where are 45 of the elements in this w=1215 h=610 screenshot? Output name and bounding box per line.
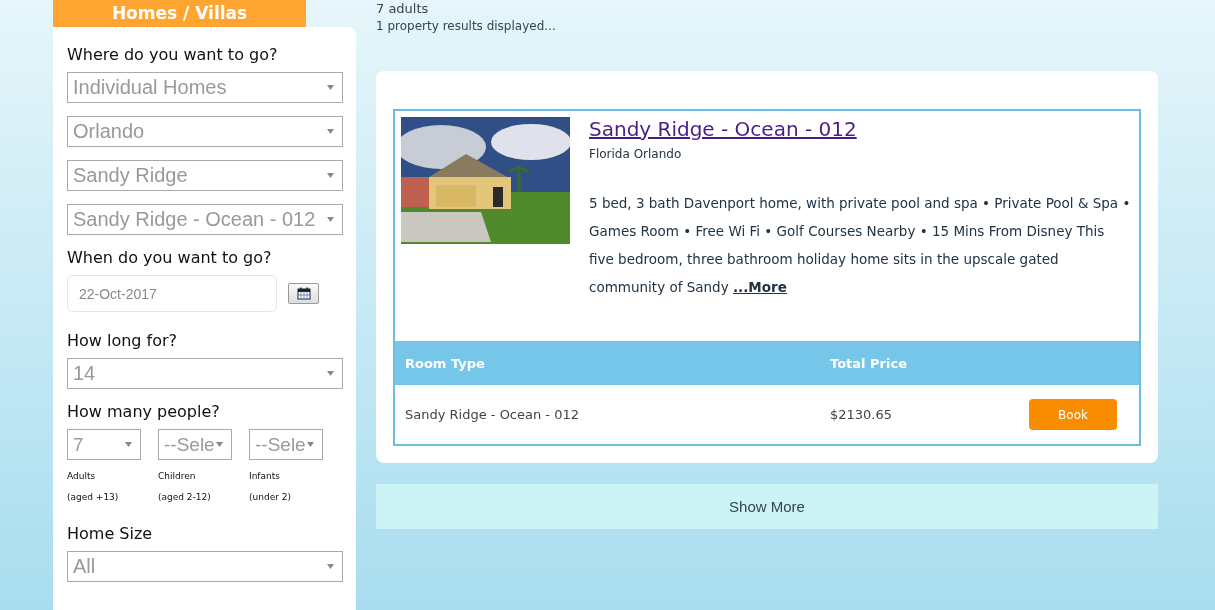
guest-type-label: Adults (67, 470, 97, 483)
caret-icon (125, 442, 132, 447)
more-link[interactable]: ...More (733, 279, 787, 295)
property-location: Florida Orlando (589, 147, 683, 161)
book-button[interactable]: Book (1029, 399, 1117, 430)
guest-type-label: Children (158, 470, 197, 483)
date-field[interactable]: 22-Oct-2017 (67, 275, 277, 312)
dropdown[interactable]: All (67, 551, 343, 582)
age-note: (under 2) (249, 491, 292, 504)
field-label: Where do you want to go? (67, 45, 279, 64)
column-header: Room Type (405, 355, 486, 371)
dropdown[interactable]: --Sele (158, 429, 232, 460)
calendar-icon (296, 287, 311, 300)
caret-icon (327, 217, 334, 222)
field-label: How long for? (67, 331, 179, 350)
field-label: When do you want to go? (67, 248, 273, 267)
table-cell-text: Sandy Ridge - Ocean - 012 (405, 407, 580, 422)
results-count: 1 property results displayed... (376, 19, 557, 33)
dropdown[interactable]: 7 (67, 429, 141, 460)
caret-icon (307, 442, 314, 447)
dropdown[interactable]: Individual Homes (67, 72, 343, 103)
field-label: Home Size (67, 524, 154, 543)
category-tab[interactable]: Homes / Villas (53, 0, 306, 27)
show-more-button[interactable]: Show More (376, 484, 1158, 529)
caret-icon (327, 564, 334, 569)
caret-icon (216, 442, 223, 447)
column-header: Total Price (830, 355, 908, 371)
caret-icon (327, 173, 334, 178)
property-title-link[interactable]: Sandy Ridge - Ocean - 012 (589, 117, 857, 141)
property-description: 5 bed, 3 bath Davenport home, with private pool and spa • Private Pool & Spa • Games Room • Free Wi Fi • Golf Courses Nearby • 15 Mins From Disney This five bedroom, three bathroom holiday home sits in the upscale gated community of Sandy ...More (589, 194, 1132, 297)
dropdown[interactable]: Sandy Ridge - Ocean - 012 (67, 204, 343, 235)
age-note: (aged +13) (67, 491, 120, 504)
caret-icon (327, 129, 334, 134)
calendar-button[interactable] (288, 283, 319, 304)
field-label: How many people? (67, 402, 221, 421)
search-summary: 7 adults (376, 0, 430, 16)
dropdown[interactable]: Sandy Ridge (67, 160, 343, 191)
guest-type-label: Infants (249, 470, 281, 483)
dropdown[interactable]: --Sele (249, 429, 323, 460)
table-cell-text: $2130.65 (830, 407, 894, 422)
dropdown[interactable]: Orlando (67, 116, 343, 147)
age-note: (aged 2-12) (158, 491, 212, 504)
caret-icon (327, 371, 334, 376)
caret-icon (327, 85, 334, 90)
dropdown[interactable]: 14 (67, 358, 343, 389)
